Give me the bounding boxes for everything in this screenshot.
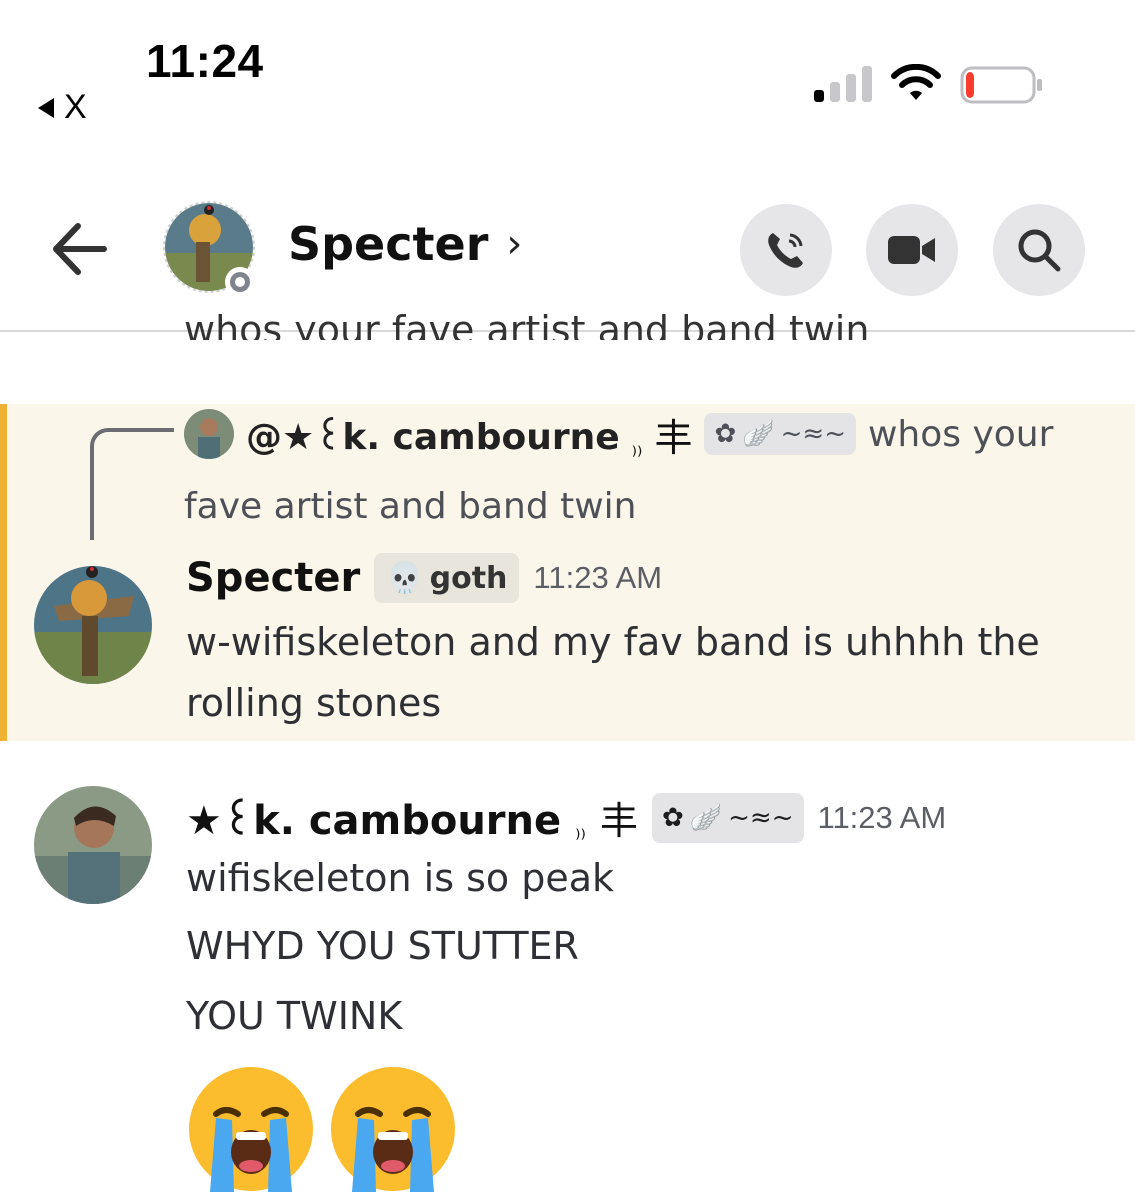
chevron-right-icon: ›: [506, 221, 523, 267]
message-avatar-cambourne[interactable]: [34, 786, 152, 904]
previous-message-partial: whos your fave artist and band twin: [184, 300, 944, 340]
reply-text-start: whos your: [867, 413, 1054, 455]
eye-icon: ~≈~: [728, 802, 794, 833]
message2-glyph: 丰: [599, 799, 638, 843]
message-avatar-specter[interactable]: [34, 566, 152, 684]
loudly-crying-face-emoji: [331, 1067, 455, 1192]
reply-tag-badge: ✿ 🪽 ~≈~: [704, 413, 856, 455]
message2-timestamp: 11:23 AM: [817, 799, 947, 835]
reply-mention[interactable]: @★꒰k. cambourne: [246, 410, 620, 458]
header-avatar[interactable]: [160, 198, 258, 297]
wifi-icon: [891, 64, 941, 100]
reply-connector: [90, 428, 174, 540]
previous-message-text: whos your fave artist and band twin: [184, 308, 870, 340]
search-button[interactable]: [993, 204, 1085, 296]
role-label: goth: [429, 560, 508, 596]
message1-timestamp: 11:23 AM: [533, 560, 663, 595]
channel-title[interactable]: Specter ›: [288, 217, 522, 271]
reply-text-continued: fave artist and band twin: [184, 486, 637, 527]
skull-icon: 💀: [386, 560, 424, 596]
voice-call-button[interactable]: [740, 204, 832, 296]
message2-author[interactable]: ★꒰k. cambourne: [186, 791, 561, 844]
eye-icon: ~≈~: [780, 419, 846, 449]
message2-tag-badge: ✿ 🪽 ~≈~: [651, 792, 804, 843]
search-icon: [1018, 229, 1061, 272]
message2-header: ★꒰k. cambourne ₎₎ 丰 ✿ 🪽 ~≈~ 11:23 AM: [186, 790, 946, 845]
video-call-button[interactable]: [866, 204, 958, 296]
emoji-row: [186, 1064, 458, 1194]
message2-line: wifiskeleton is so peak: [186, 856, 615, 900]
wing-icon: 🪽: [742, 419, 775, 449]
message2-line: YOU TWINK: [186, 994, 403, 1038]
message2-suffix-mark: ₎₎: [575, 819, 586, 844]
back-to-app-link[interactable]: X: [38, 88, 87, 127]
back-triangle-icon: [38, 97, 54, 118]
reply-suffix-mark: ₎₎: [631, 435, 643, 461]
phone-icon: [768, 233, 803, 268]
back-app-label: X: [64, 88, 87, 126]
loudly-crying-face-emoji: [189, 1067, 313, 1192]
reply-preview[interactable]: @★꒰k. cambourne ₎₎ 丰 ✿ 🪽 ~≈~ whos your: [184, 404, 1053, 464]
flower-icon: ✿: [661, 802, 684, 833]
video-icon: [888, 236, 935, 264]
reply-glyph: 丰: [654, 415, 693, 460]
flower-icon: ✿: [714, 419, 737, 449]
message1-header: Specter 💀 goth 11:23 AM: [186, 553, 662, 603]
message2-line: WHYD YOU STUTTER: [186, 924, 579, 968]
reply-avatar: [184, 409, 234, 459]
back-arrow-icon[interactable]: [48, 220, 110, 278]
battery-icon: [960, 66, 1042, 104]
status-time: 11:24: [146, 35, 264, 87]
channel-title-text: Specter: [288, 217, 489, 271]
wing-icon: 🪽: [689, 802, 723, 833]
role-badge[interactable]: 💀 goth: [374, 553, 520, 603]
message1-text: w-wifiskeleton and my fav band is uhhhh …: [186, 620, 1040, 725]
message1-author[interactable]: Specter: [186, 555, 360, 601]
cellular-signal-icon: [814, 66, 872, 102]
